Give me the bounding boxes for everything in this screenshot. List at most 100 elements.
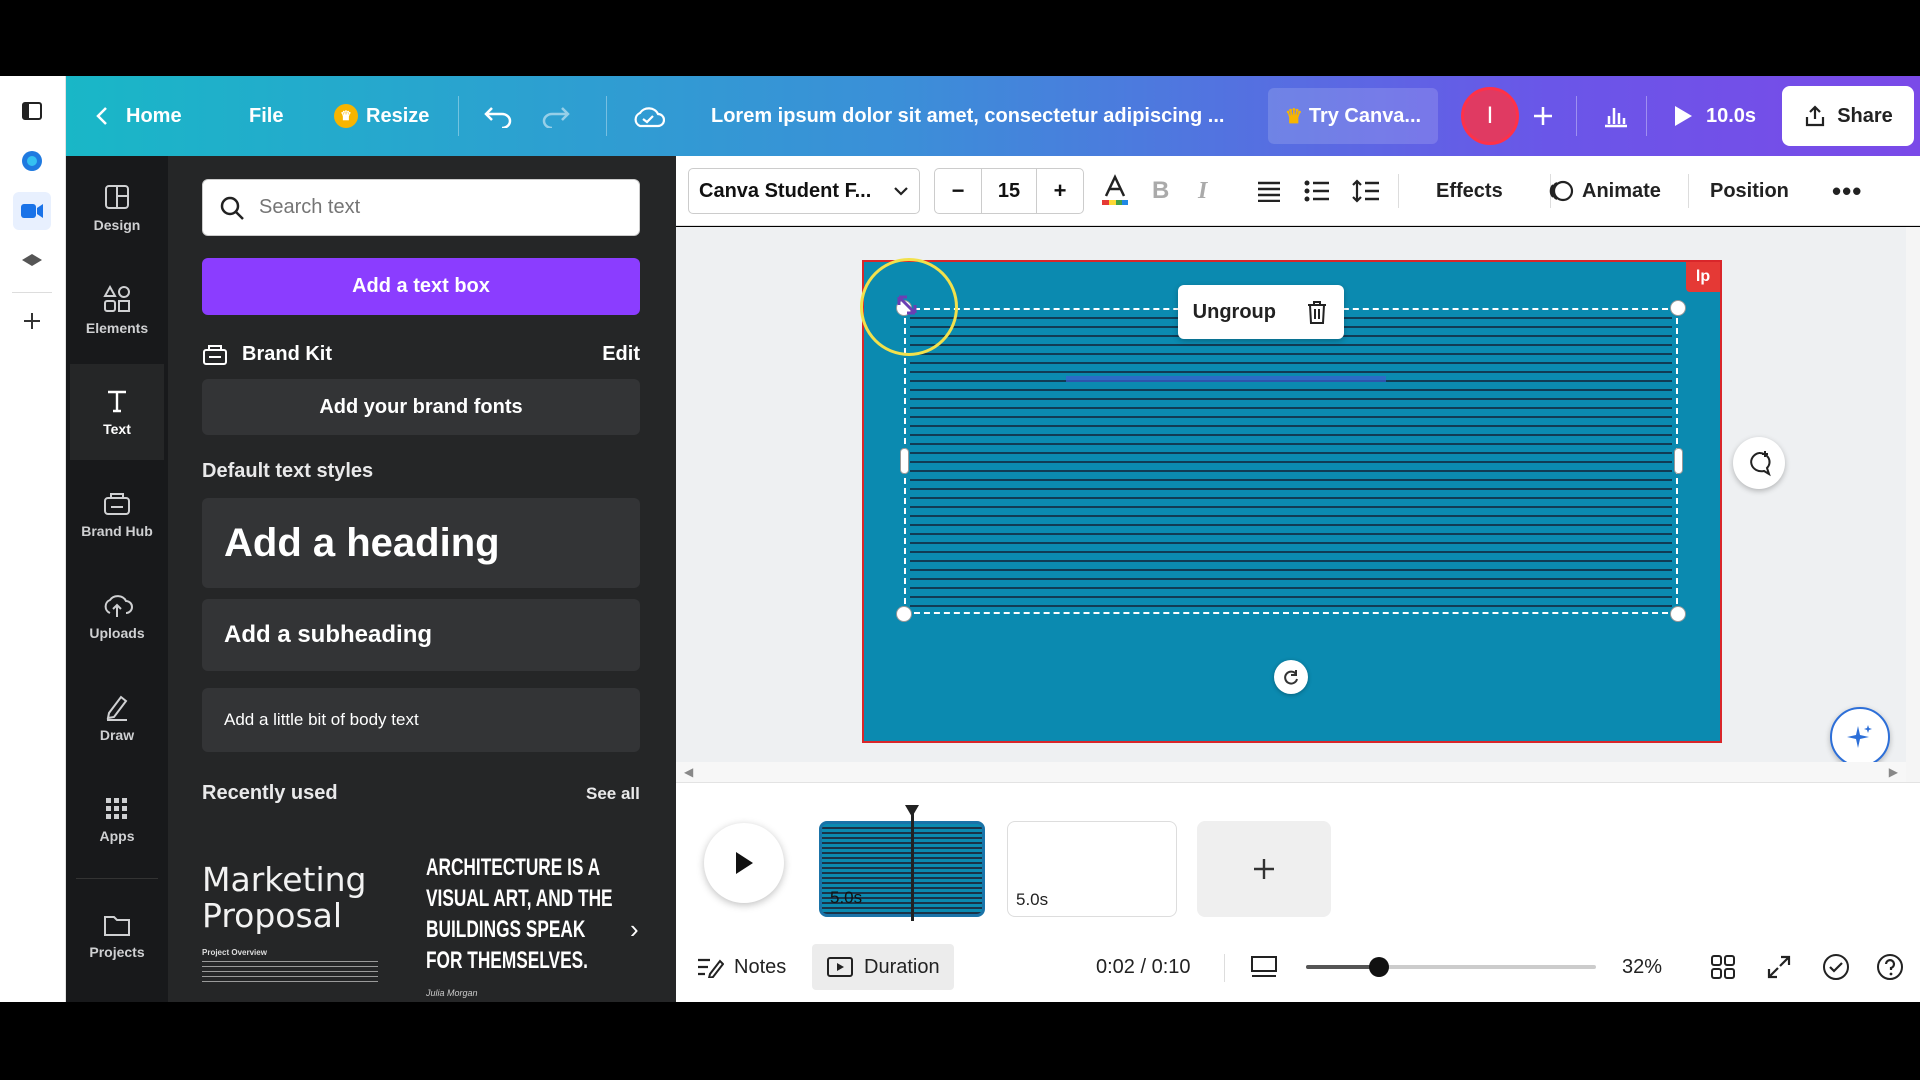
playhead[interactable] xyxy=(911,811,914,921)
sidebar-item-label: Text xyxy=(103,421,131,437)
increase-size-button[interactable]: + xyxy=(1037,169,1083,213)
vertical-scrollbar[interactable] xyxy=(1906,227,1920,782)
bold-button[interactable]: B xyxy=(1152,156,1169,226)
recent-next-arrow[interactable]: › xyxy=(630,914,639,945)
add-body-text-button[interactable]: Add a little bit of body text xyxy=(202,688,640,752)
edge-icon[interactable] xyxy=(13,142,51,180)
shapes-icon xyxy=(103,284,130,312)
timeline-clip-1[interactable]: 5.0s xyxy=(819,821,985,917)
document-title[interactable]: Lorem ipsum dolor sit amet, consectetur … xyxy=(711,76,1224,156)
cloud-save-button[interactable] xyxy=(631,76,665,156)
fullscreen-button[interactable] xyxy=(1766,932,1792,1002)
italic-button[interactable]: I xyxy=(1198,156,1207,226)
user-avatar[interactable]: I xyxy=(1461,87,1519,145)
sidebar-divider xyxy=(76,878,158,879)
sidebar-item-brand-hub[interactable]: Brand Hub xyxy=(70,466,164,562)
font-size-value[interactable]: 15 xyxy=(981,169,1037,213)
ungroup-popover: Ungroup xyxy=(1178,285,1344,339)
selected-text-group[interactable] xyxy=(904,308,1678,614)
text-color-button[interactable] xyxy=(1100,156,1130,226)
invite-button[interactable] xyxy=(1532,76,1554,156)
ungroup-button[interactable]: Ungroup xyxy=(1193,301,1276,324)
undo-icon xyxy=(484,107,512,128)
font-selector[interactable]: Canva Student F... xyxy=(688,168,920,214)
share-button[interactable]: Share xyxy=(1782,86,1914,146)
header-divider xyxy=(458,96,459,136)
home-button[interactable]: Home xyxy=(96,76,182,156)
timeline-clip-2[interactable]: 5.0s xyxy=(1007,821,1177,917)
recent-template-architecture[interactable]: ARCHITECTURE IS A VISUAL ART, AND THE BU… xyxy=(426,848,636,998)
playhead-marker-icon[interactable] xyxy=(905,805,919,817)
help-button[interactable] xyxy=(1876,932,1904,1002)
toolbar-divider xyxy=(1688,174,1689,208)
sidebar-toggle-icon[interactable] xyxy=(13,92,51,130)
rotate-handle[interactable] xyxy=(1274,660,1308,694)
see-all-link[interactable]: See all xyxy=(586,784,640,804)
plus-icon xyxy=(1534,107,1552,125)
trash-icon[interactable] xyxy=(1305,299,1329,325)
zoom-slider[interactable] xyxy=(1306,957,1596,977)
decrease-size-button[interactable]: − xyxy=(935,169,981,213)
horizontal-scrollbar[interactable]: ◀ ▶ xyxy=(676,762,1906,782)
sidebar-item-uploads[interactable]: Uploads xyxy=(70,568,164,664)
sidebar-item-apps[interactable]: Apps xyxy=(70,772,164,868)
page-view-button[interactable] xyxy=(1250,932,1278,1002)
default-text-styles-heading: Default text styles xyxy=(202,460,374,482)
zoom-level[interactable]: 32% xyxy=(1622,932,1662,1002)
notes-button[interactable]: Notes xyxy=(696,932,786,1002)
search-input[interactable] xyxy=(259,196,599,219)
check-button[interactable] xyxy=(1822,932,1850,1002)
search-field[interactable] xyxy=(202,179,640,236)
add-heading-button[interactable]: Add a heading xyxy=(202,498,640,588)
strip-divider xyxy=(12,292,52,293)
resize-handle-top-right[interactable] xyxy=(1670,300,1686,316)
undo-button[interactable] xyxy=(484,76,514,156)
scroll-right-icon: ▶ xyxy=(1888,765,1898,779)
timeline-play-button[interactable] xyxy=(704,823,784,903)
header-divider xyxy=(1646,96,1647,136)
effects-button[interactable]: Effects xyxy=(1436,156,1503,226)
file-menu[interactable]: File xyxy=(249,76,283,156)
align-button[interactable] xyxy=(1256,156,1282,226)
more-options-button[interactable]: ••• xyxy=(1832,156,1862,226)
add-page-button[interactable] xyxy=(1197,821,1331,917)
insights-button[interactable] xyxy=(1588,76,1644,156)
collaborator-badge: lp xyxy=(1686,262,1720,292)
marketing-title: Marketing Proposal xyxy=(202,860,367,935)
app-root: Home File ♛ Resize Lorem ipsum dolor sit… xyxy=(0,0,1920,1080)
sidebar-item-design[interactable]: Design xyxy=(70,160,164,256)
comment-button[interactable] xyxy=(1733,437,1785,489)
share-icon xyxy=(1806,105,1825,127)
sidebar-item-projects[interactable]: Projects xyxy=(70,888,164,984)
sidebar-item-draw[interactable]: Draw xyxy=(70,670,164,766)
resize-handle-left[interactable] xyxy=(900,448,909,474)
list-button[interactable] xyxy=(1304,156,1330,226)
add-subheading-button[interactable]: Add a subheading xyxy=(202,599,640,671)
recent-template-marketing[interactable]: Marketing Proposal Project Overview xyxy=(202,848,402,998)
sidebar-item-text[interactable]: Text xyxy=(70,364,164,460)
try-canva-button[interactable]: ♛ Try Canva... xyxy=(1268,88,1438,144)
video-app-icon[interactable] xyxy=(13,192,51,230)
resize-handle-bottom-left[interactable] xyxy=(896,606,912,622)
add-text-box-button[interactable]: Add a text box xyxy=(202,258,640,315)
present-button[interactable]: 10.0s xyxy=(1656,76,1772,156)
grid-view-button[interactable] xyxy=(1710,932,1736,1002)
layers-icon[interactable] xyxy=(13,242,51,280)
present-duration: 10.0s xyxy=(1705,104,1757,127)
resize-handle-right[interactable] xyxy=(1674,448,1683,474)
sidebar-item-elements[interactable]: Elements xyxy=(70,262,164,358)
magic-assistant-button[interactable] xyxy=(1830,707,1890,767)
scroll-left-icon: ◀ xyxy=(684,765,694,779)
resize-handle-bottom-right[interactable] xyxy=(1670,606,1686,622)
position-button[interactable]: Position xyxy=(1710,156,1789,226)
brand-kit-edit-link[interactable]: Edit xyxy=(602,343,640,366)
animate-button[interactable]: Animate xyxy=(1548,156,1661,226)
timeline: 5.0s 5.0s xyxy=(676,782,1920,932)
resize-button[interactable]: ♛ Resize xyxy=(334,76,429,156)
redo-button[interactable] xyxy=(540,76,570,156)
duration-button[interactable]: Duration xyxy=(812,944,954,990)
add-brand-fonts-button[interactable]: Add your brand fonts xyxy=(202,379,640,435)
spacing-button[interactable] xyxy=(1352,156,1380,226)
add-icon[interactable] xyxy=(13,302,51,340)
zoom-slider-knob[interactable] xyxy=(1368,957,1389,977)
